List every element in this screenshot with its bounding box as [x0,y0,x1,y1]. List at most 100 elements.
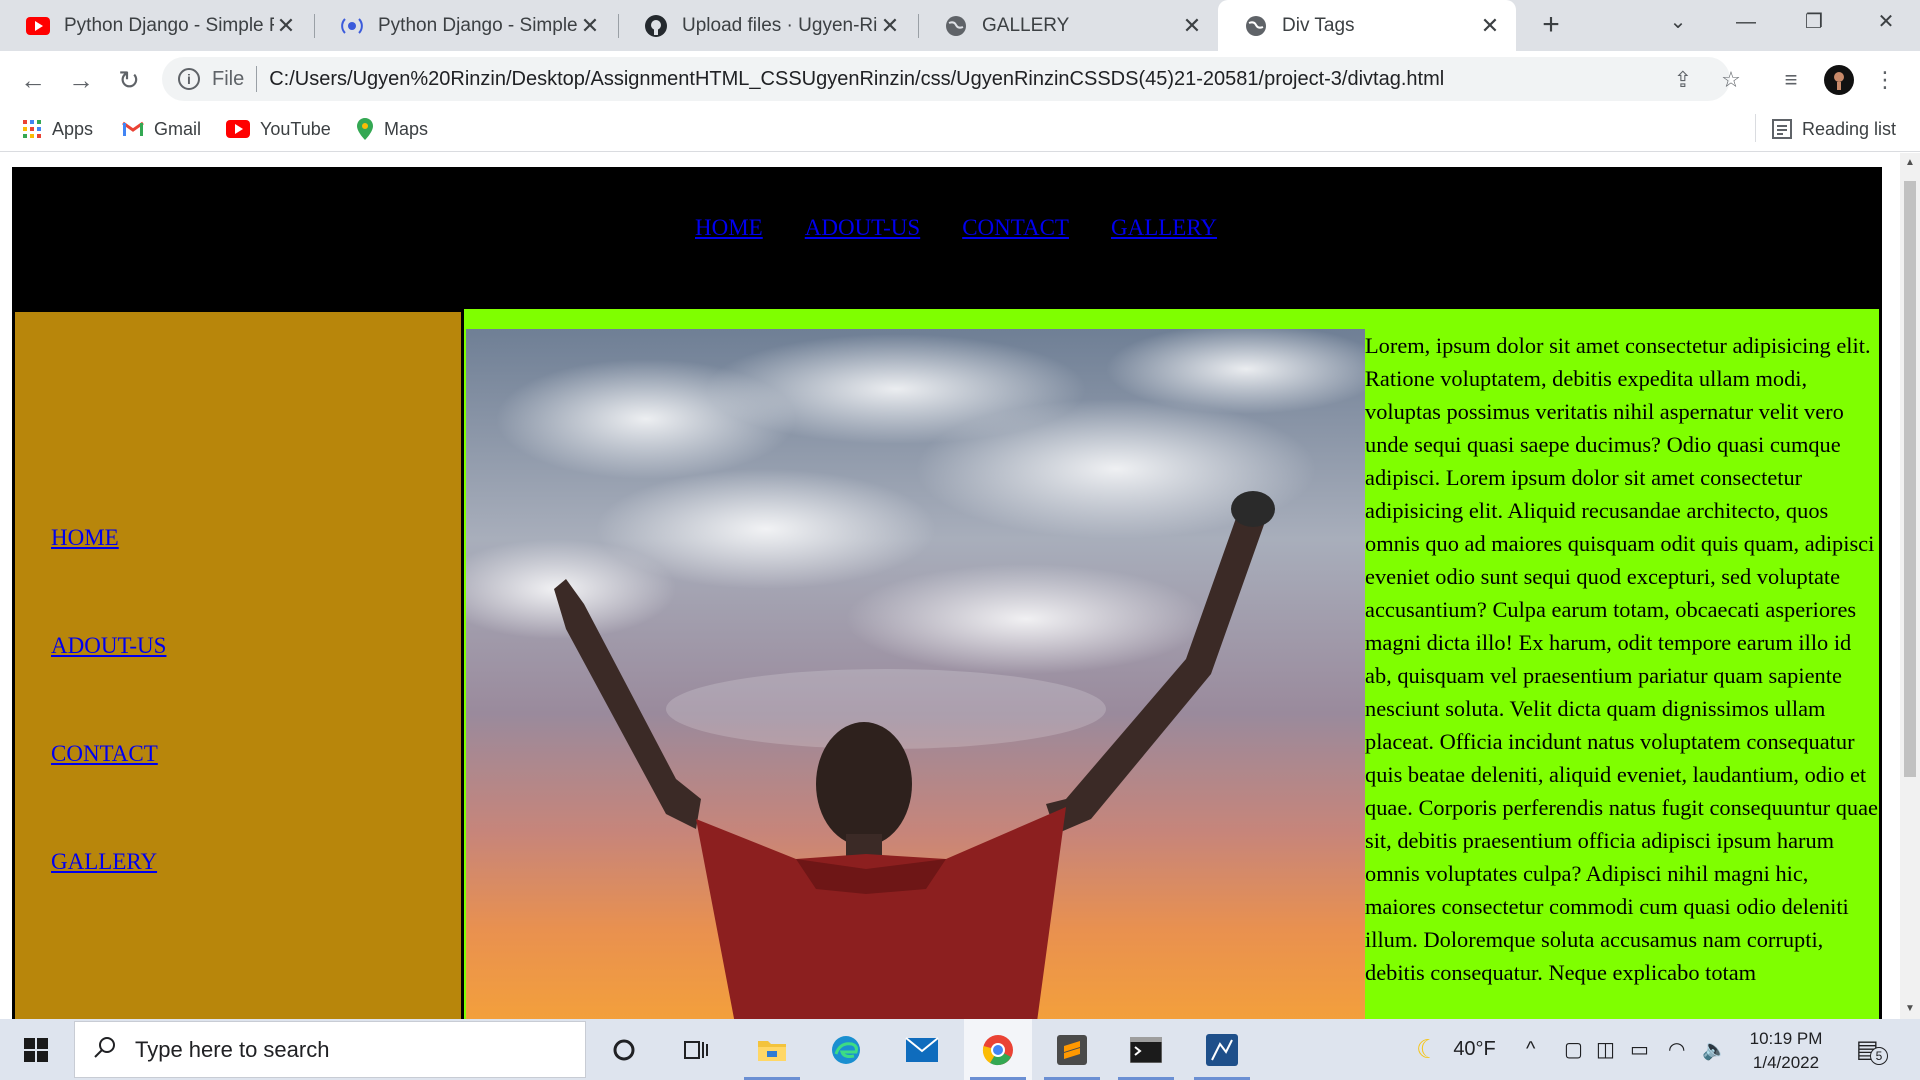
task-view-button[interactable] [662,1019,730,1080]
bookmark-apps[interactable]: Apps [22,116,93,142]
tab-python-django-1[interactable]: Python Django - Simple R ✕ [0,0,312,51]
address-bar[interactable]: i File C:/Users/Ugyen%20Rinzin/Desktop/A… [162,57,1730,101]
sidebar: HOME ADOUT-US CONTACT GALLERY [12,309,464,1019]
taskbar-chrome[interactable] [964,1019,1032,1080]
tab-strip: Python Django - Simple R ✕ Python Django… [0,0,1920,51]
site-header: HOME ADOUT-US CONTACT GALLERY [12,167,1882,309]
clock-date: 1/4/2022 [1752,1053,1820,1072]
side-nav-about-link[interactable]: ADOUT-US [51,632,166,660]
volume-icon[interactable]: 🔈 [1702,1019,1727,1080]
taskbar-sublime-text[interactable] [1038,1019,1106,1080]
url-text[interactable]: C:/Users/Ugyen%20Rinzin/Desktop/Assignme… [269,68,1444,91]
side-nav-home-link[interactable]: HOME [51,524,166,552]
info-icon[interactable]: i [178,68,200,90]
close-icon[interactable]: ✕ [274,13,298,39]
top-nav-contact-link[interactable]: CONTACT [962,215,1069,241]
tab-upload-files[interactable]: Upload files · Ugyen-Rinzi ✕ [618,0,916,51]
cortana-circle-icon [613,1039,635,1060]
close-icon[interactable]: ✕ [1478,13,1502,39]
reading-list-label: Reading list [1802,118,1897,139]
youtube-icon [226,120,250,138]
tab-title: Python Django - Simple R [64,14,274,36]
hero-photo [466,329,1365,1019]
clock-time: 10:19 PM [1749,1029,1823,1048]
bookmark-maps[interactable]: Maps [356,116,428,142]
scrollbar-thumb[interactable] [1904,181,1916,777]
broadcast-icon [340,14,364,38]
tab-title: Python Django - Simple R [378,14,578,36]
taskbar-mail[interactable] [888,1019,956,1080]
window-close-button[interactable]: ✕ [1852,0,1920,44]
security-icon[interactable]: ◫ [1596,1019,1615,1080]
page-scrollbar[interactable]: ▲ ▼ [1900,153,1920,1019]
bookmarks-bar: Apps Gmail YouTube Maps Reading list [0,106,1920,152]
windows-logo-icon [24,1037,48,1062]
close-icon[interactable]: ✕ [878,13,902,39]
task-view-icon [684,1040,708,1059]
search-icon [93,1035,117,1064]
weather-widget[interactable]: ☾ 40°F [1416,1019,1496,1080]
taskbar-edge[interactable] [812,1019,880,1080]
side-nav-gallery-link[interactable]: GALLERY [51,848,166,876]
bookmarks-divider [1755,114,1756,142]
notification-center-button[interactable]: ▤ 5 [1856,1019,1888,1080]
taskbar-command-prompt[interactable] [1112,1019,1180,1080]
minimize-button[interactable]: — [1712,0,1780,44]
tab-python-django-2[interactable]: Python Django - Simple R ✕ [314,0,616,51]
battery-icon[interactable]: ▭ [1630,1019,1649,1080]
top-nav: HOME ADOUT-US CONTACT GALLERY [695,215,1217,241]
avatar[interactable] [1824,65,1854,95]
lorem-paragraph: Lorem, ipsum dolor sit amet consectetur … [1365,333,1878,985]
taskbar-file-explorer[interactable] [738,1019,806,1080]
folder-icon [758,1040,786,1061]
menu-kebab-icon[interactable]: ⋮ [1870,65,1900,95]
tab-gallery[interactable]: GALLERY ✕ [918,0,1218,51]
scheme-label: File [212,67,245,90]
tab-div-tags[interactable]: Div Tags ✕ [1218,0,1516,51]
share-icon[interactable]: ⇪ [1668,65,1698,95]
apps-grid-icon [22,119,42,139]
start-button[interactable] [0,1019,72,1080]
scroll-down-arrow-icon[interactable]: ▼ [1904,1003,1916,1015]
sublime-text-icon [1057,1034,1087,1065]
restore-button[interactable]: ❐ [1780,0,1848,44]
media-control-icon[interactable]: ≡ [1776,65,1806,95]
taskbar-search-input[interactable]: Type here to search [74,1021,586,1078]
main-content: Lorem, ipsum dolor sit amet consectetur … [464,309,1882,1019]
windows-taskbar: Type here to search ☾ 40°F ^ ▢ ◫ ▭ ◠ � [0,1019,1920,1080]
taskbar-app-blue[interactable] [1188,1019,1256,1080]
bookmark-star-icon[interactable]: ☆ [1716,65,1746,95]
back-arrow-icon[interactable]: ← [16,63,50,97]
bookmark-youtube[interactable]: YouTube [226,116,331,142]
side-nav-contact-link[interactable]: CONTACT [51,740,166,768]
forward-arrow-icon[interactable]: → [64,63,98,97]
meet-now-icon[interactable]: ▢ [1564,1019,1583,1080]
cortana-button[interactable] [590,1019,658,1080]
close-icon[interactable]: ✕ [578,13,602,39]
github-icon [644,14,668,38]
top-nav-gallery-link[interactable]: GALLERY [1111,215,1217,241]
notification-count-badge: 5 [1870,1047,1888,1065]
scroll-up-arrow-icon[interactable]: ▲ [1904,157,1916,169]
close-icon[interactable]: ✕ [1180,13,1204,39]
bookmark-label: Maps [384,118,429,139]
tab-title: Div Tags [1282,14,1355,36]
weather-temperature: 40°F [1453,1038,1496,1060]
network-app-icon [1206,1033,1238,1066]
tab-search-chevron-icon[interactable]: ⌄ [1644,0,1712,44]
bookmark-label: Gmail [154,118,202,139]
reload-icon[interactable]: ↻ [112,63,146,97]
bookmark-gmail[interactable]: Gmail [122,116,201,142]
top-nav-home-link[interactable]: HOME [695,215,763,241]
globe-icon [944,14,968,38]
notification-icon: ▤ 5 [1856,1035,1888,1065]
reading-list-button[interactable]: Reading list [1772,116,1896,142]
tray-overflow-chevron-icon[interactable]: ^ [1526,1019,1535,1080]
new-tab-button[interactable]: + [1534,8,1568,42]
taskbar-clock[interactable]: 10:19 PM 1/4/2022 [1740,1027,1832,1075]
tab-title: Upload files · Ugyen-Rinzi [682,14,878,36]
wifi-icon[interactable]: ◠ [1668,1019,1685,1080]
mail-icon [905,1036,939,1062]
globe-icon [1244,14,1268,38]
top-nav-about-link[interactable]: ADOUT-US [805,215,920,241]
